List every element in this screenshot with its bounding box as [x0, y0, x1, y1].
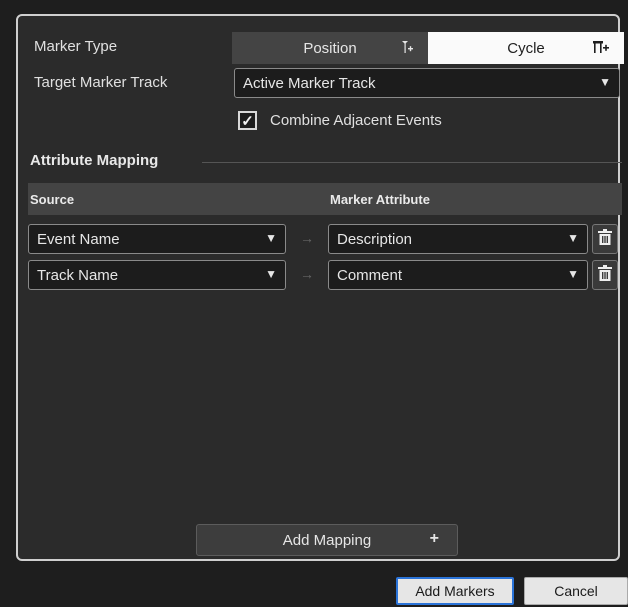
marker-type-label: Marker Type — [34, 38, 118, 55]
chevron-down-icon: ▼ — [265, 267, 277, 281]
mapping-source-value: Event Name — [37, 230, 120, 248]
chevron-down-icon: ▼ — [599, 75, 611, 89]
target-marker-track-value: Active Marker Track — [243, 74, 376, 92]
cancel-button[interactable]: Cancel — [524, 577, 628, 605]
chevron-down-icon: ▼ — [567, 231, 579, 245]
mapping-source-value: Track Name — [37, 266, 119, 284]
target-marker-track-dropdown[interactable]: Active Marker Track ▼ — [234, 68, 620, 98]
combine-adjacent-events-checkbox[interactable]: ✓ — [238, 111, 257, 130]
source-column-header: Source — [30, 192, 75, 207]
add-markers-button[interactable]: Add Markers — [396, 577, 514, 605]
trash-icon — [598, 229, 612, 249]
create-markers-panel: Marker Type Position Cycle Target Marker… — [16, 14, 624, 561]
mapping-attribute-dropdown[interactable]: Comment ▼ — [328, 260, 588, 290]
delete-mapping-button[interactable] — [592, 224, 618, 254]
attribute-mapping-title: Attribute Mapping — [30, 152, 159, 169]
marker-type-position-option[interactable]: Position — [232, 32, 428, 64]
combine-adjacent-events-label: Combine Adjacent Events — [270, 112, 442, 129]
target-marker-track-label: Target Marker Track — [34, 74, 168, 91]
marker-type-cycle-option[interactable]: Cycle — [428, 32, 624, 64]
section-divider — [202, 162, 622, 163]
chevron-down-icon: ▼ — [265, 231, 277, 245]
marker-attribute-column-header: Marker Attribute — [330, 192, 430, 207]
mapping-source-dropdown[interactable]: Event Name ▼ — [28, 224, 286, 254]
mapping-attribute-value: Comment — [337, 266, 403, 284]
delete-mapping-button[interactable] — [592, 260, 618, 290]
add-mapping-label: Add Mapping — [282, 531, 372, 549]
chevron-down-icon: ▼ — [567, 267, 579, 281]
plus-icon: + — [429, 530, 439, 547]
arrow-right-icon: → — [300, 266, 314, 282]
mapping-attribute-value: Description — [337, 230, 413, 248]
cycle-marker-icon — [592, 40, 610, 57]
mapping-attribute-dropdown[interactable]: Description ▼ — [328, 224, 588, 254]
position-marker-icon — [400, 40, 414, 57]
mapping-table-header: Source Marker Attribute — [28, 183, 622, 215]
check-icon: ✓ — [241, 112, 254, 130]
add-mapping-button[interactable]: Add Mapping + — [196, 524, 458, 556]
position-label: Position — [303, 39, 357, 57]
arrow-right-icon: → — [300, 230, 314, 246]
mapping-source-dropdown[interactable]: Track Name ▼ — [28, 260, 286, 290]
trash-icon — [598, 265, 612, 285]
